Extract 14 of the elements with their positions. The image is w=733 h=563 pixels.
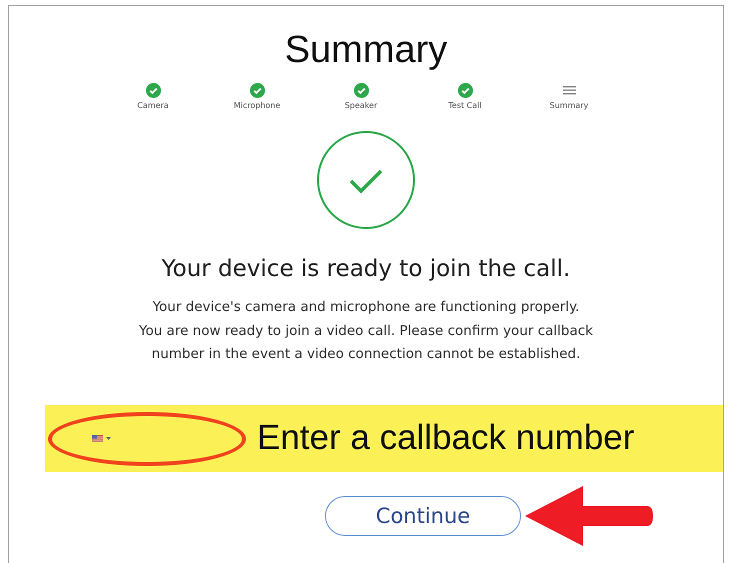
step-label: Microphone [234,101,280,110]
status-heading: Your device is ready to join the call. [162,256,570,282]
step-label: Camera [137,101,169,110]
country-dropdown[interactable] [90,432,113,444]
status-message: Your device's camera and microphone are functioning properly. You are now ready to join a video call. Please confirm your callback number in the event a video connection cannot be established. [139,298,593,364]
page-title: Summary [284,28,448,72]
continue-button[interactable]: Continue [325,496,521,536]
step-label: Speaker [344,101,378,110]
caret-icon [106,436,111,440]
flag-icon [92,434,103,442]
step-label: Summary [550,101,588,110]
annotation-text: Enter a callback number [257,418,634,458]
step-label: Test Call [448,101,482,110]
check-circle-icon [316,130,416,230]
